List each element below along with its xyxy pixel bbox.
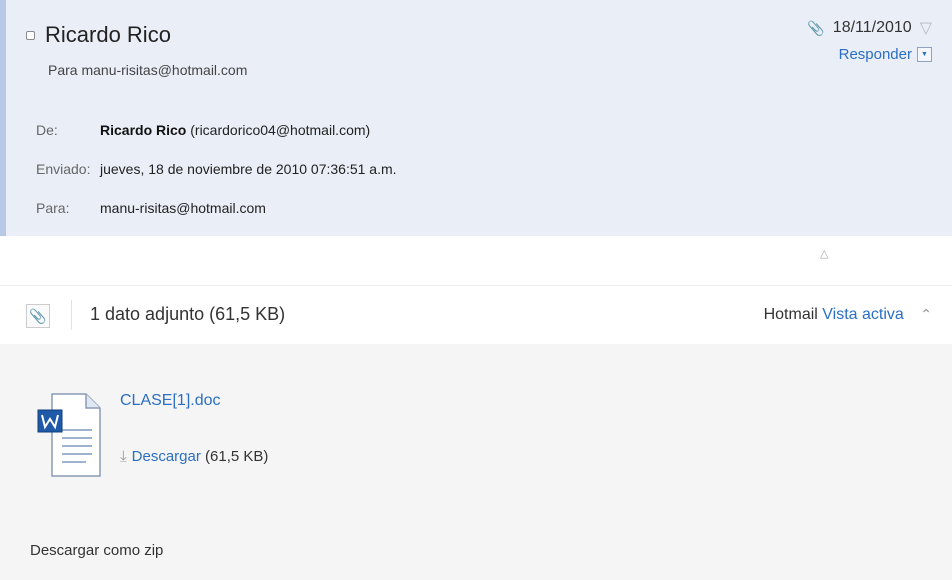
sent-label: Enviado: — [36, 161, 91, 177]
attachment-filename[interactable]: CLASE[1].doc — [120, 392, 221, 410]
message-header: Ricardo Rico Para manu-risitas@hotmail.c… — [0, 0, 952, 236]
hotmail-label: Hotmail — [763, 306, 818, 323]
to-label: Para: — [36, 200, 70, 216]
contact-status-icon — [26, 30, 35, 40]
flag-icon[interactable]: ▽ — [920, 18, 932, 38]
message-date: 18/11/2010 — [832, 19, 912, 36]
to-row: Para: manu-risitas@hotmail.com — [36, 200, 266, 216]
attachment-summary: 1 dato adjunto (61,5 KB) — [90, 304, 286, 324]
active-view-area: Hotmail Vista activa ⌃ — [764, 306, 932, 324]
from-row: De: Ricardo Rico (ricardorico04@hotmail.c… — [36, 122, 370, 138]
attachment-size: (61,5 KB) — [200, 448, 269, 465]
to-value: manu-risitas@hotmail.com — [100, 200, 266, 216]
collapse-details-icon[interactable]: △ — [820, 247, 828, 260]
reply-button[interactable]: Responder — [839, 46, 912, 63]
sent-value: jueves, 18 de noviembre de 2010 07:36:51… — [100, 161, 397, 177]
from-label: De: — [36, 122, 58, 138]
recipient-line: Para manu-risitas@hotmail.com — [48, 62, 248, 78]
reply-dropdown-icon[interactable]: ▼ — [917, 47, 932, 62]
sent-row: Enviado: jueves, 18 de noviembre de 2010 … — [36, 161, 397, 177]
chevron-up-icon[interactable]: ⌃ — [920, 306, 932, 322]
paperclip-icon: 📎 — [807, 19, 825, 36]
sender-name[interactable]: Ricardo Rico — [45, 22, 171, 48]
from-email: (ricardorico04@hotmail.com) — [186, 122, 371, 138]
divider — [71, 300, 72, 330]
attachment-clip-icon: 📎 — [26, 304, 50, 328]
attachment-panel: CLASE[1].doc ⤓ Descargar (61,5 KB) Descar… — [0, 344, 952, 580]
word-document-icon[interactable] — [36, 390, 102, 480]
download-icon: ⤓ — [120, 448, 127, 465]
attachment-bar: 📎 1 dato adjunto (61,5 KB) Hotmail Vista… — [0, 285, 952, 345]
download-row: ⤓ Descargar (61,5 KB) — [120, 448, 268, 465]
download-link[interactable]: Descargar — [132, 448, 201, 465]
header-actions: 📎 18/11/2010 ▽ Responder ▼ — [807, 18, 932, 63]
download-zip-link[interactable]: Descargar como zip — [30, 542, 163, 559]
from-name[interactable]: Ricardo Rico — [100, 122, 186, 138]
sender-row: Ricardo Rico — [26, 22, 171, 48]
active-view-link[interactable]: Vista activa — [822, 306, 904, 323]
